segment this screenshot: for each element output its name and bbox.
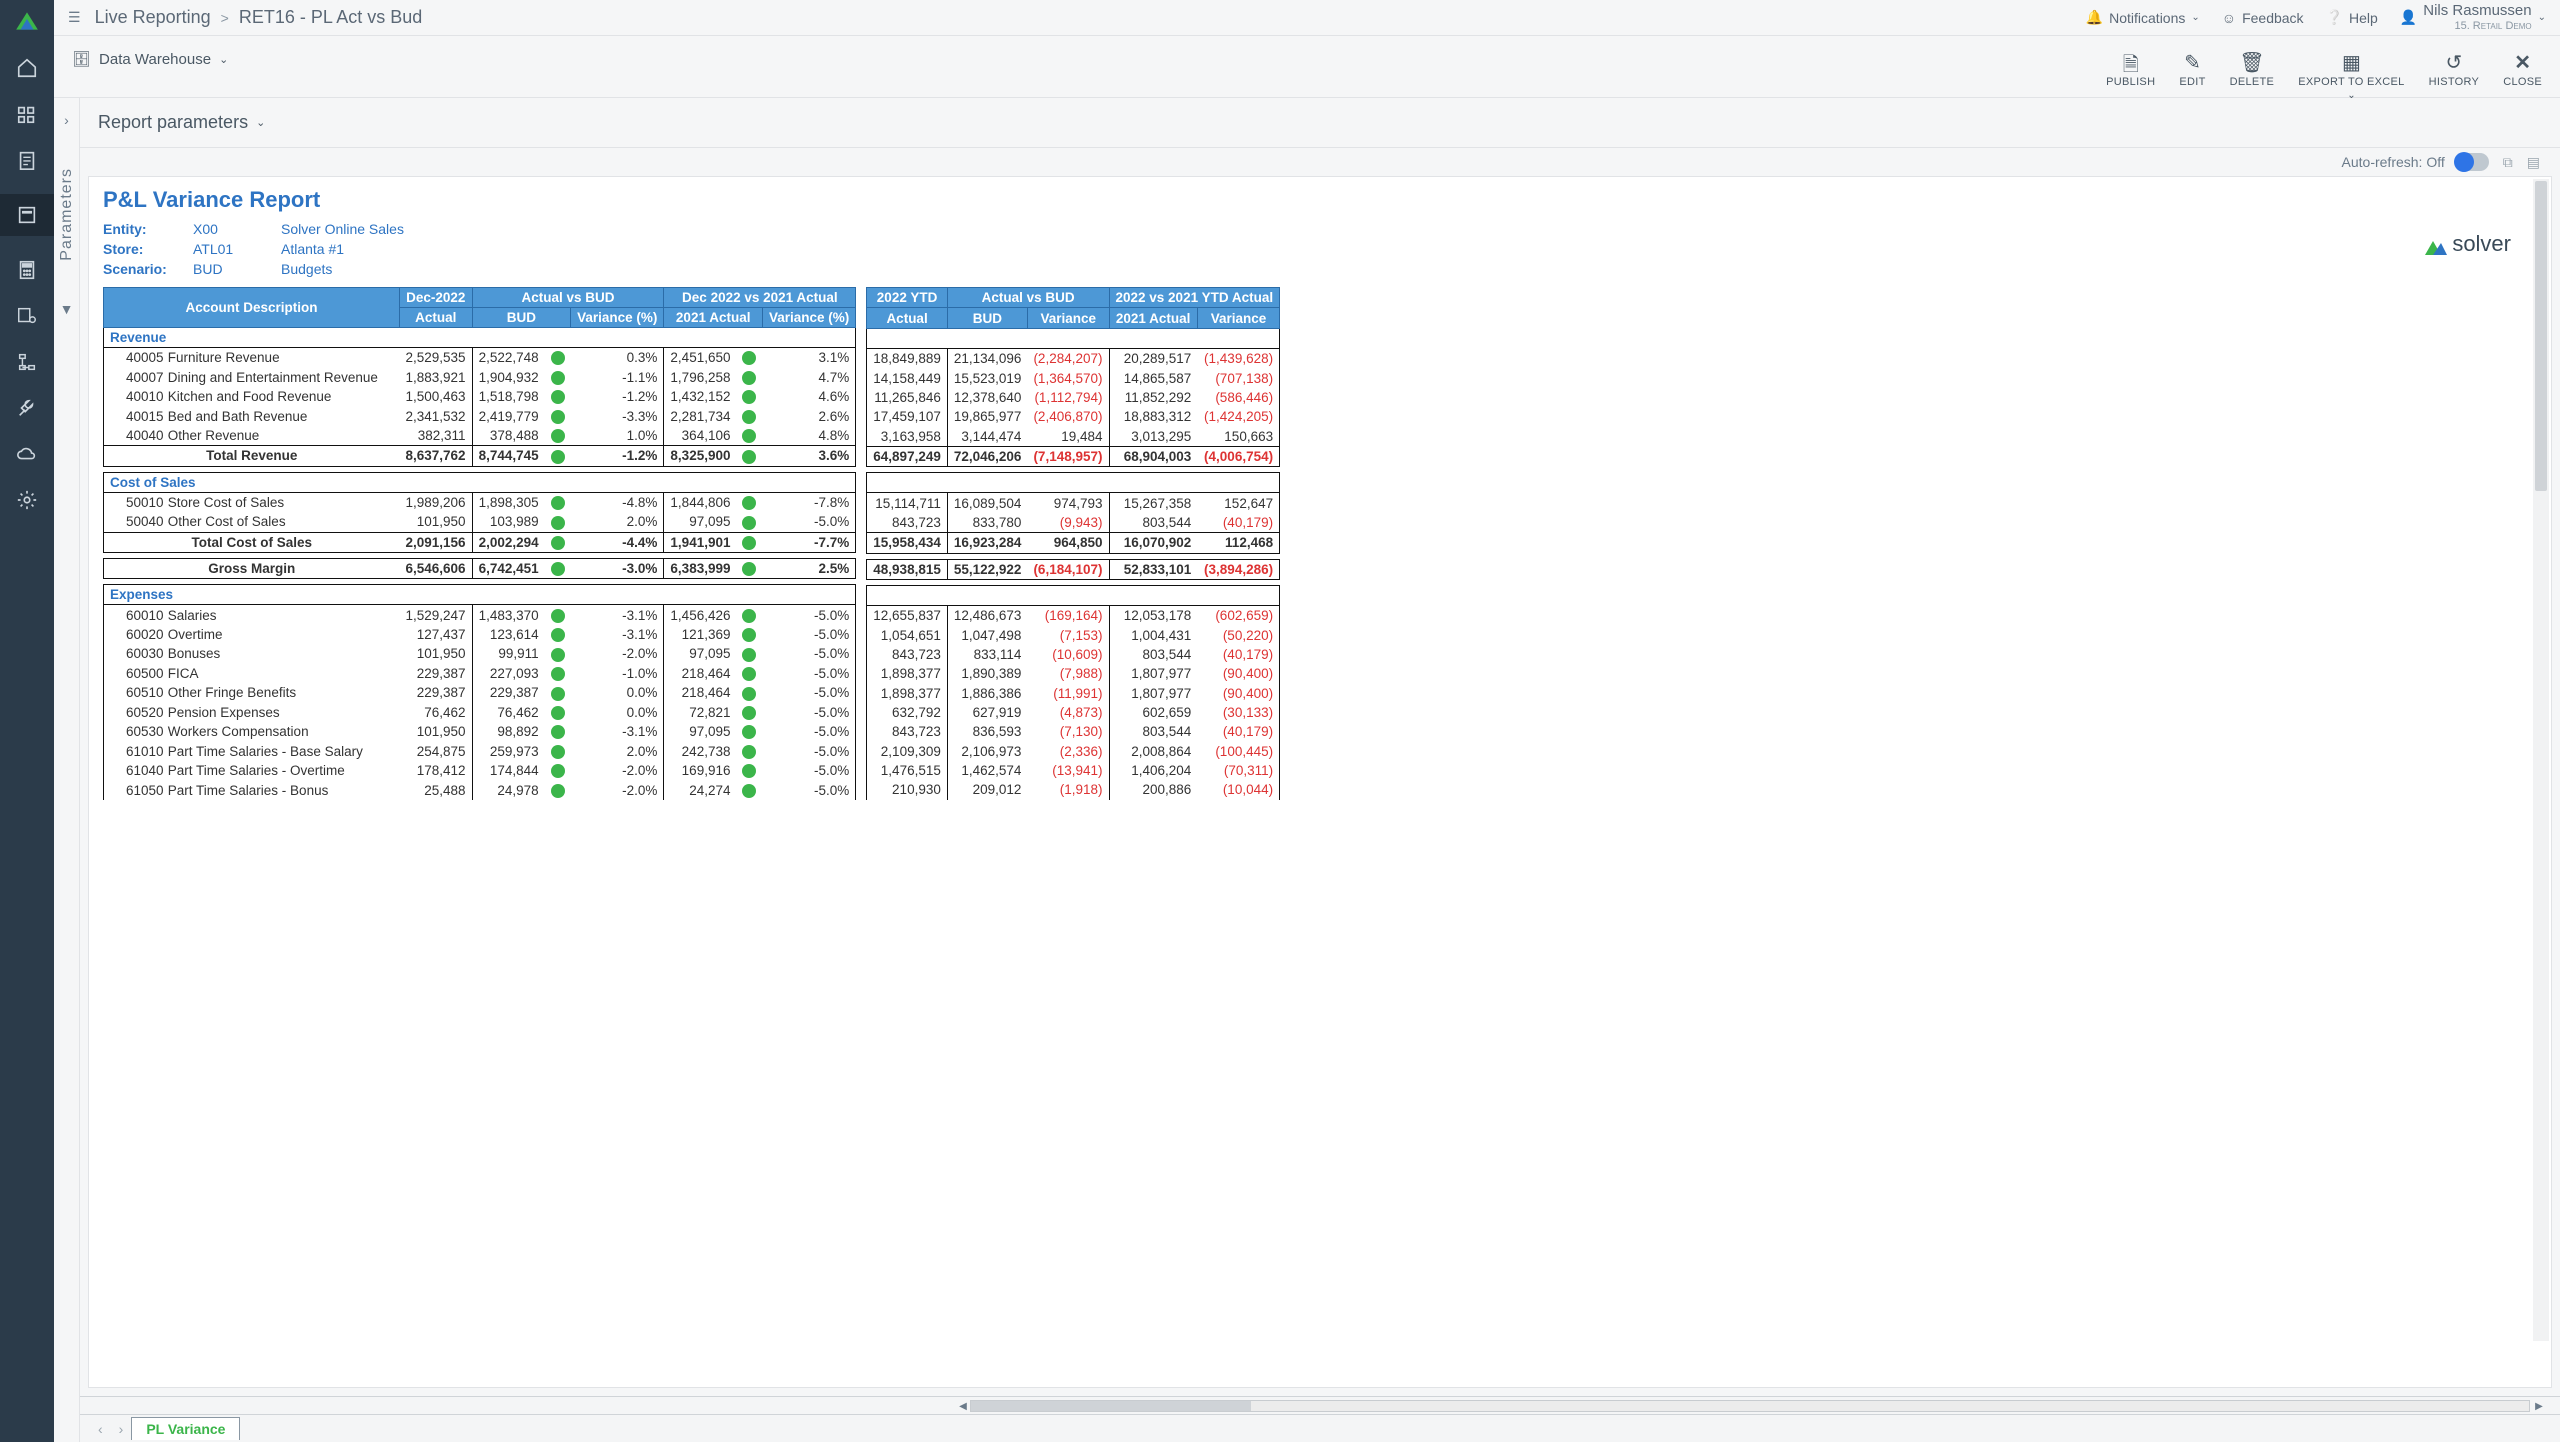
datasets-icon[interactable] (15, 102, 39, 126)
gear-icon[interactable] (15, 488, 39, 512)
notifications-menu[interactable]: 🔔Notifications⌄ (2086, 9, 2200, 26)
database-icon: 🗄 (72, 50, 91, 68)
solver-logo-icon (14, 8, 40, 34)
report-icon[interactable] (0, 194, 54, 236)
report-grid: Account DescriptionDec-2022Actual vs BUD… (103, 287, 2537, 800)
sheet-prev-icon[interactable]: ‹ (90, 1421, 111, 1437)
user-menu[interactable]: 👤 Nils Rasmussen 15. Retail Demo ⌄ (2400, 3, 2546, 32)
user-icon: 👤 (2400, 9, 2417, 26)
edit-label: EDIT (2179, 76, 2205, 88)
scroll-right-icon[interactable]: ▶ (2532, 1399, 2546, 1413)
solver-brand-text: solver (2452, 231, 2511, 257)
trash-icon: 🗑 (2239, 50, 2264, 72)
report-parameters-label: Report parameters (98, 112, 248, 133)
filter-icon[interactable]: ▼ (60, 301, 74, 317)
feedback-link[interactable]: ☺ Feedback (2222, 10, 2304, 26)
pin-icon[interactable]: › (64, 112, 69, 128)
vertical-scrollbar[interactable] (2533, 179, 2549, 1341)
scenario-name: Budgets (281, 261, 332, 277)
history-label: HISTORY (2429, 76, 2480, 88)
close-label: CLOSE (2503, 76, 2542, 88)
home-icon[interactable] (15, 56, 39, 80)
popout-icon[interactable]: ⧉ (2503, 154, 2513, 171)
breadcrumb: Live Reporting > RET16 - PL Act vs Bud (95, 7, 423, 28)
help-label: Help (2349, 10, 2378, 26)
close-button[interactable]: ✕ CLOSE (2503, 50, 2542, 101)
document-icon: 🗎 (2123, 50, 2139, 72)
solver-brand-logo: solver (2422, 231, 2511, 257)
breadcrumb-current: RET16 - PL Act vs Bud (239, 7, 422, 28)
publish-button[interactable]: 🗎 PUBLISH (2106, 50, 2155, 101)
breadcrumb-root[interactable]: Live Reporting (95, 7, 211, 28)
store-name: Atlanta #1 (281, 241, 344, 257)
data-source-selector[interactable]: 🗄 Data Warehouse ⌄ (72, 50, 228, 68)
feedback-label: Feedback (2242, 10, 2303, 26)
auto-refresh-state: Off (2426, 154, 2444, 170)
store-code: ATL01 (193, 241, 263, 257)
clipboard-icon[interactable] (15, 148, 39, 172)
report-table-right: 2022 YTDActual vs BUD2022 vs 2021 YTD Ac… (866, 287, 1280, 800)
parameters-collapsed-panel: › Parameters ▼ (54, 98, 80, 1442)
toolbar: 🗄 Data Warehouse ⌄ 🗎 PUBLISH ✎ EDIT 🗑 DELET… (54, 36, 2560, 98)
export-excel-button[interactable]: ▦EXPORT TO EXCEL⌄ (2298, 50, 2404, 101)
close-icon: ✕ (2514, 50, 2531, 72)
report-table-left: Account DescriptionDec-2022Actual vs BUD… (103, 287, 856, 800)
report-parameters-toggle[interactable]: Report parameters⌄ (98, 112, 265, 133)
user-name: Nils Rasmussen (2423, 3, 2531, 20)
store-key: Store: (103, 241, 175, 257)
excel-icon: ▦ (2342, 50, 2361, 72)
people-icon[interactable] (15, 304, 39, 328)
parameters-tab-label[interactable]: Parameters (58, 168, 76, 261)
bell-icon: 🔔 (2086, 9, 2103, 26)
user-role: 15. Retail Demo (2423, 20, 2531, 32)
notifications-label: Notifications (2109, 10, 2185, 26)
calculator-icon[interactable] (15, 258, 39, 282)
report-viewport[interactable]: P&L Variance Report solver Entity: X00 Sol… (89, 177, 2551, 1387)
workflow-icon[interactable] (15, 350, 39, 374)
delete-button[interactable]: 🗑 DELETE (2230, 50, 2275, 101)
history-button[interactable]: ↺ HISTORY (2429, 50, 2480, 101)
entity-key: Entity: (103, 221, 175, 237)
sheet-next-icon[interactable]: › (111, 1421, 132, 1437)
cloud-icon[interactable] (15, 442, 39, 466)
pencil-icon: ✎ (2184, 50, 2201, 72)
auto-refresh-label: Auto-refresh: (2342, 154, 2423, 170)
help-icon: ❔ (2326, 9, 2343, 26)
report-title: P&L Variance Report (103, 187, 2537, 213)
grid-view-icon[interactable]: ▤ (2527, 154, 2540, 171)
publish-label: PUBLISH (2106, 76, 2155, 88)
entity-code: X00 (193, 221, 263, 237)
left-sidebar (0, 0, 54, 1442)
sheet-tab-active[interactable]: PL Variance (131, 1417, 240, 1440)
top-bar: ☰ Live Reporting > RET16 - PL Act vs Bud… (54, 0, 2560, 36)
auto-refresh-toggle[interactable] (2455, 153, 2489, 171)
history-icon: ↺ (2446, 50, 2463, 72)
delete-label: DELETE (2230, 76, 2275, 88)
help-link[interactable]: ❔ Help (2326, 9, 2378, 26)
horizontal-scrollbar[interactable]: ◀ ▶ (80, 1396, 2560, 1414)
export-label: EXPORT TO EXCEL (2298, 76, 2404, 88)
scroll-left-icon[interactable]: ◀ (956, 1399, 970, 1413)
data-source-label: Data Warehouse (99, 51, 211, 68)
report-meta: Entity: X00 Solver Online Sales Store: ATL0… (103, 221, 2537, 277)
scenario-code: BUD (193, 261, 263, 277)
scenario-key: Scenario: (103, 261, 175, 277)
edit-button[interactable]: ✎ EDIT (2179, 50, 2205, 101)
breadcrumb-sep: > (221, 10, 229, 26)
entity-name: Solver Online Sales (281, 221, 404, 237)
smile-icon: ☺ (2222, 10, 2236, 26)
sheet-tab-bar: ‹ › PL Variance (80, 1414, 2560, 1442)
menu-toggle-icon[interactable]: ☰ (68, 9, 81, 26)
tools-icon[interactable] (15, 396, 39, 420)
